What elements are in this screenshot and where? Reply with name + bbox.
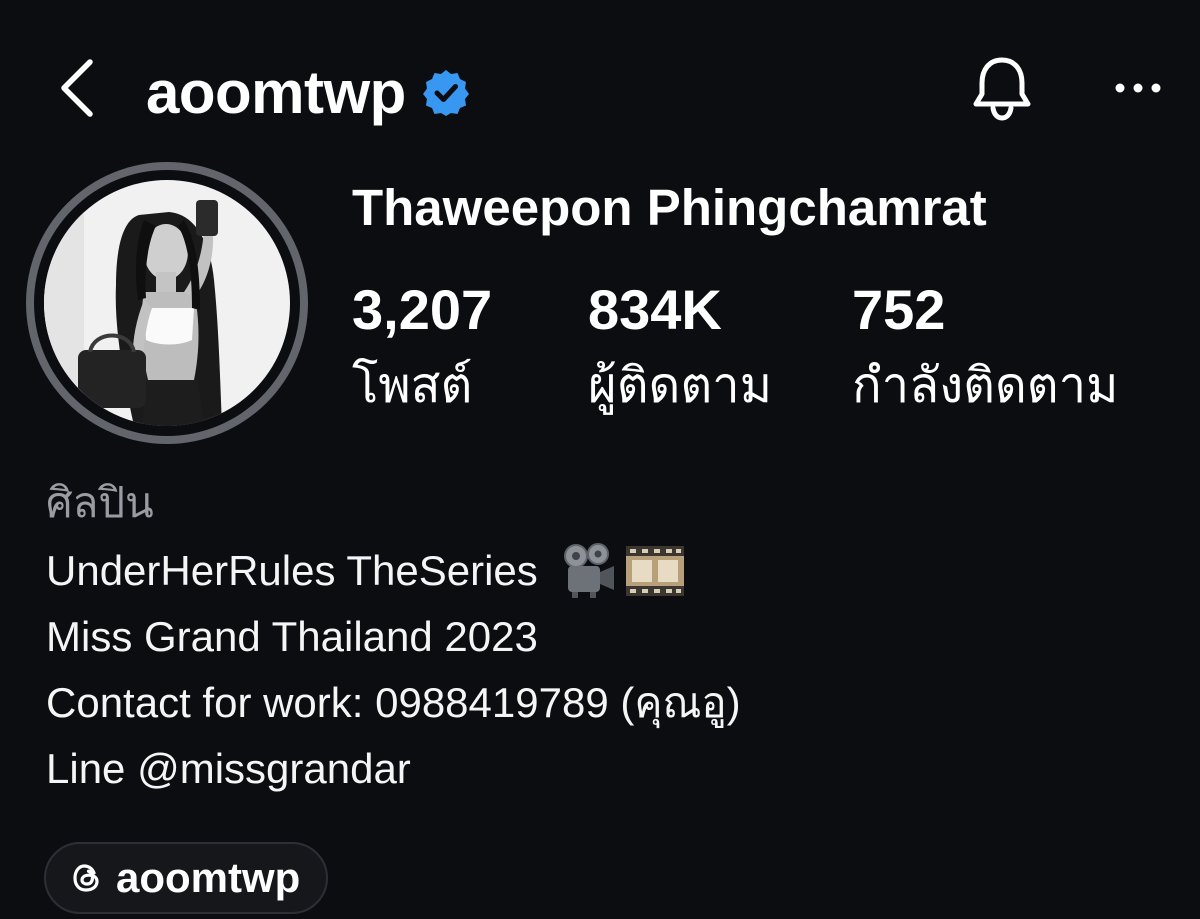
avatar-photo xyxy=(44,180,290,426)
header-title: aoomtwp xyxy=(146,52,470,132)
avatar[interactable] xyxy=(26,162,308,444)
stat-following-value: 752 xyxy=(852,278,946,341)
more-horizontal-icon xyxy=(1115,83,1161,93)
chevron-left-icon xyxy=(61,59,93,117)
stat-following-label: กำลังติดตาม xyxy=(852,357,1119,414)
stat-following[interactable]: 752 กำลังติดตาม xyxy=(852,278,1118,418)
bio-line: Line @missgrandar xyxy=(46,736,741,802)
back-button[interactable] xyxy=(52,52,112,124)
threads-link-button[interactable]: aoomtwp xyxy=(44,842,329,914)
movie-camera-icon xyxy=(563,543,614,598)
threads-username: aoomtwp xyxy=(116,854,301,901)
verified-badge-icon xyxy=(422,70,469,116)
bio-line-text: Miss Grand Thailand 2023 xyxy=(46,613,538,660)
stat-posts[interactable]: 3,207 โพสต์ xyxy=(352,278,492,418)
bio-line-text: Contact for work: 0988419789 (คุณอู) xyxy=(46,679,741,726)
stat-followers[interactable]: 834K ผู้ติดตาม xyxy=(588,278,772,418)
username: aoomtwp xyxy=(146,58,406,126)
threads-icon xyxy=(73,864,99,892)
bio-emojis xyxy=(556,542,688,600)
bio-line-text: Line @missgrandar xyxy=(46,745,411,792)
bio: ศิลปิน UnderHerRules TheSeries Miss Gran… xyxy=(46,472,741,802)
stat-followers-value: 834K xyxy=(588,278,722,341)
profile-category: ศิลปิน xyxy=(46,478,154,527)
bio-line-text: UnderHerRules TheSeries xyxy=(46,547,538,594)
bio-line: UnderHerRules TheSeries xyxy=(46,538,741,604)
stat-posts-value: 3,207 xyxy=(352,278,493,341)
bio-line: Contact for work: 0988419789 (คุณอู) xyxy=(46,670,741,736)
full-name: Thaweepon Phingchamrat xyxy=(352,179,987,236)
stat-followers-label: ผู้ติดตาม xyxy=(588,357,772,414)
stat-posts-label: โพสต์ xyxy=(352,357,473,414)
film-frames-icon xyxy=(625,546,684,596)
more-options-button[interactable] xyxy=(1108,66,1168,110)
bio-line: Miss Grand Thailand 2023 xyxy=(46,604,741,670)
bell-icon xyxy=(973,57,1031,121)
notifications-button[interactable] xyxy=(968,52,1036,124)
